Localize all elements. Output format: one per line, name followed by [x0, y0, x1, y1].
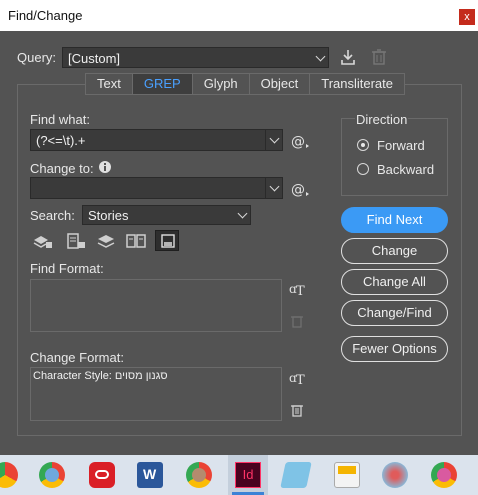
include-locked-layers-icon[interactable] [33, 233, 53, 249]
delete-query-icon[interactable] [371, 48, 387, 66]
chevron-down-icon [269, 181, 280, 192]
word-label: W [143, 466, 157, 482]
info-icon[interactable] [98, 160, 112, 174]
creative-cloud-icon[interactable] [89, 462, 115, 488]
change-find-button[interactable]: Change/Find [341, 300, 448, 326]
search-label: Search: [30, 208, 75, 223]
tab-text[interactable]: Text [85, 73, 132, 95]
notepad-icon[interactable] [280, 462, 312, 488]
chevron-down-icon [315, 51, 326, 62]
indesign-icon: Id [235, 462, 261, 488]
forward-radio[interactable] [357, 139, 369, 151]
backward-label[interactable]: Backward [377, 162, 434, 177]
special-characters-icon[interactable]: @ [291, 180, 311, 198]
query-label: Query: [17, 50, 57, 65]
include-footnotes-toggle[interactable] [155, 230, 179, 251]
clear-find-format-icon[interactable] [291, 314, 303, 328]
change-format-label: Change Format: [30, 350, 124, 365]
find-what-value: (?<=\t).+ [36, 133, 86, 148]
chrome-profile-icon[interactable] [39, 462, 65, 488]
close-icon: x [464, 11, 470, 23]
direction-label: Direction [355, 112, 409, 127]
find-format-label: Find Format: [30, 261, 104, 276]
change-to-label: Change to: [30, 161, 94, 176]
tab-transliterate[interactable]: Transliterate [309, 73, 406, 95]
forward-label[interactable]: Forward [377, 138, 425, 153]
fewer-options-button[interactable]: Fewer Options [341, 336, 448, 362]
clear-change-format-icon[interactable] [291, 403, 303, 417]
direction-group [341, 118, 448, 196]
tab-glyph[interactable]: Glyph [191, 73, 249, 95]
chevron-down-icon [269, 133, 280, 144]
svg-text:T: T [296, 373, 305, 386]
query-value: [Custom] [68, 51, 121, 66]
change-format-value: Character Style: סגנון מסוים [33, 370, 168, 382]
include-master-pages-icon[interactable] [126, 233, 146, 249]
svg-text:@: @ [291, 182, 305, 198]
taskbar: W Id [0, 455, 478, 495]
find-next-button[interactable]: Find Next [341, 207, 448, 233]
svg-text:@: @ [291, 134, 305, 150]
find-what-label: Find what: [30, 112, 90, 127]
tab-grep[interactable]: GREP [131, 73, 192, 95]
change-format-box[interactable]: Character Style: סגנון מסוים [30, 367, 282, 421]
change-all-button[interactable]: Change All [341, 269, 448, 295]
chrome-profile-icon[interactable] [431, 462, 457, 488]
change-button[interactable]: Change [341, 238, 448, 264]
include-hidden-layers-icon[interactable] [97, 233, 115, 249]
change-to-field[interactable] [30, 177, 283, 199]
special-characters-icon[interactable]: @ [291, 132, 311, 150]
query-select[interactable]: [Custom] [62, 47, 329, 68]
include-locked-stories-icon[interactable] [66, 233, 86, 249]
word-icon[interactable]: W [137, 462, 163, 488]
specify-change-format-icon[interactable]: ɑ T [289, 370, 307, 386]
svg-text:T: T [296, 284, 305, 297]
indesign-taskbar-slot[interactable]: Id [228, 455, 268, 495]
backward-radio[interactable] [357, 163, 369, 175]
find-format-box[interactable] [30, 279, 282, 332]
tab-bar: Text GREP Glyph Object Transliterate [85, 73, 406, 95]
title-bar: Find/Change x [0, 0, 478, 31]
close-button[interactable]: x [459, 9, 475, 25]
tab-object[interactable]: Object [248, 73, 310, 95]
save-query-icon[interactable] [339, 48, 357, 66]
window-title: Find/Change [8, 8, 83, 23]
indesign-label: Id [242, 467, 254, 482]
chrome-icon[interactable] [0, 462, 18, 488]
find-what-field[interactable]: (?<=\t).+ [30, 129, 283, 151]
search-value: Stories [88, 208, 129, 223]
paint-icon[interactable] [382, 462, 408, 488]
chevron-down-icon [237, 208, 248, 219]
chrome-profile-icon[interactable] [186, 462, 212, 488]
calendar-icon[interactable] [334, 462, 360, 488]
include-footnotes-icon [161, 234, 175, 248]
specify-find-format-icon[interactable]: ɑ T [289, 281, 307, 297]
search-select[interactable]: Stories [82, 205, 251, 225]
